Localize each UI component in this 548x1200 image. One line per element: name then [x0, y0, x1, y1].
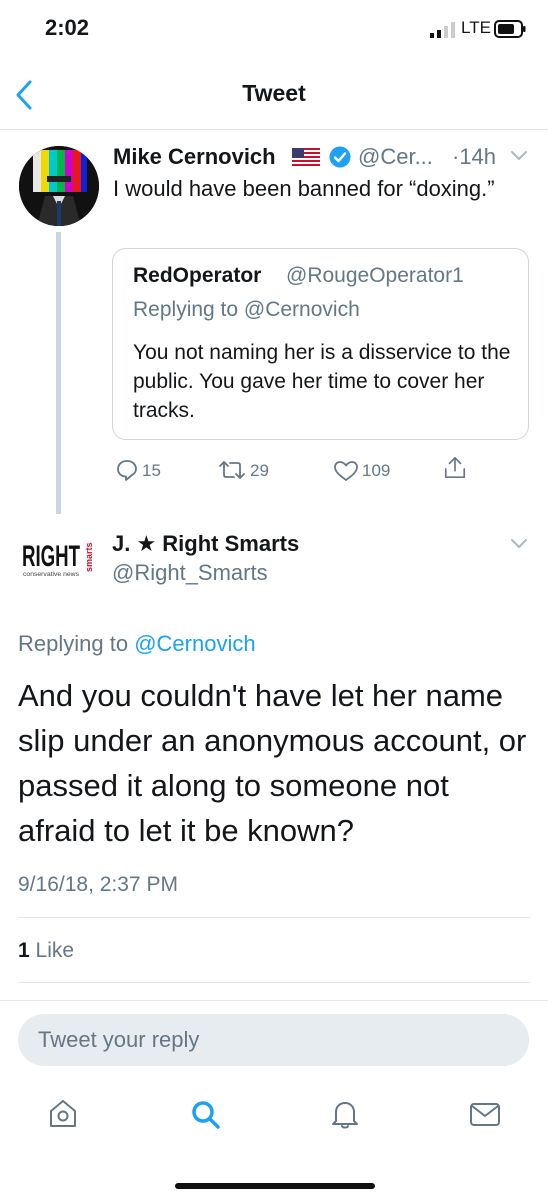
focused-tweet-text: And you couldn't have let her name slip … — [18, 678, 527, 848]
svg-text:smarts: smarts — [84, 542, 94, 572]
svg-text:conservative news: conservative news — [23, 571, 80, 578]
chevron-down-icon[interactable] — [510, 150, 528, 162]
author-name[interactable]: Mike Cernovich — [113, 144, 276, 170]
replying-to-label: Replying to — [18, 631, 129, 656]
thread-line — [56, 232, 61, 514]
quoted-author-name: RedOperator — [133, 264, 262, 287]
reply-count: 15 — [142, 461, 161, 480]
us-flag-icon — [292, 148, 320, 167]
avatar[interactable] — [19, 146, 99, 226]
author-handle[interactable]: @Cer... — [358, 144, 433, 170]
likes-count: 1 — [18, 939, 30, 962]
messages-icon[interactable] — [468, 1097, 502, 1131]
reply-author-handle[interactable]: @Right_Smarts — [112, 560, 268, 586]
quoted-tweet-text: You not naming her is a disservice to th… — [133, 341, 511, 422]
status-time: 2:02 — [45, 15, 90, 40]
replying-to: Replying to @Cernovich — [18, 631, 256, 657]
svg-text:RIGHT: RIGHT — [22, 540, 80, 573]
divider — [18, 982, 530, 983]
retweet-count: 29 — [250, 461, 269, 480]
like-count: 109 — [362, 461, 391, 480]
notifications-icon[interactable] — [328, 1097, 362, 1131]
retweet-icon[interactable] — [218, 458, 246, 482]
share-icon[interactable] — [443, 456, 467, 480]
search-icon[interactable] — [188, 1097, 222, 1131]
home-indicator[interactable] — [175, 1183, 375, 1189]
battery-icon — [494, 20, 526, 38]
like-icon[interactable] — [333, 459, 359, 483]
replying-to-handle-link[interactable]: @Cernovich — [134, 631, 255, 656]
divider — [18, 917, 530, 918]
home-icon[interactable] — [46, 1097, 80, 1131]
avatar-image — [19, 146, 99, 226]
tweet-age: ·14h — [452, 144, 497, 169]
divider — [0, 129, 548, 130]
quoted-replying-to: Replying to @Cernovich — [133, 298, 360, 321]
verified-icon — [329, 146, 351, 168]
tweet-text: I would have been banned for “doxing.” — [113, 176, 495, 201]
likes-label: Like — [35, 939, 75, 962]
signal-icon — [430, 22, 455, 38]
right-smarts-logo[interactable]: RIGHT conservative news smarts — [22, 538, 94, 582]
quoted-author-handle: @RougeOperator1 — [286, 264, 464, 287]
page-title: Tweet — [242, 80, 306, 106]
tweet-timestamp: 9/16/18, 2:37 PM — [18, 873, 178, 896]
reply-input-placeholder: Tweet your reply — [38, 1027, 200, 1052]
network-label: LTE — [461, 18, 491, 37]
likes-summary[interactable]: 1 Like — [18, 939, 74, 963]
chevron-down-icon[interactable] — [510, 538, 528, 550]
reply-icon[interactable] — [115, 458, 139, 482]
reply-author-name[interactable]: J. ★ Right Smarts — [112, 531, 299, 557]
divider — [0, 1000, 548, 1001]
